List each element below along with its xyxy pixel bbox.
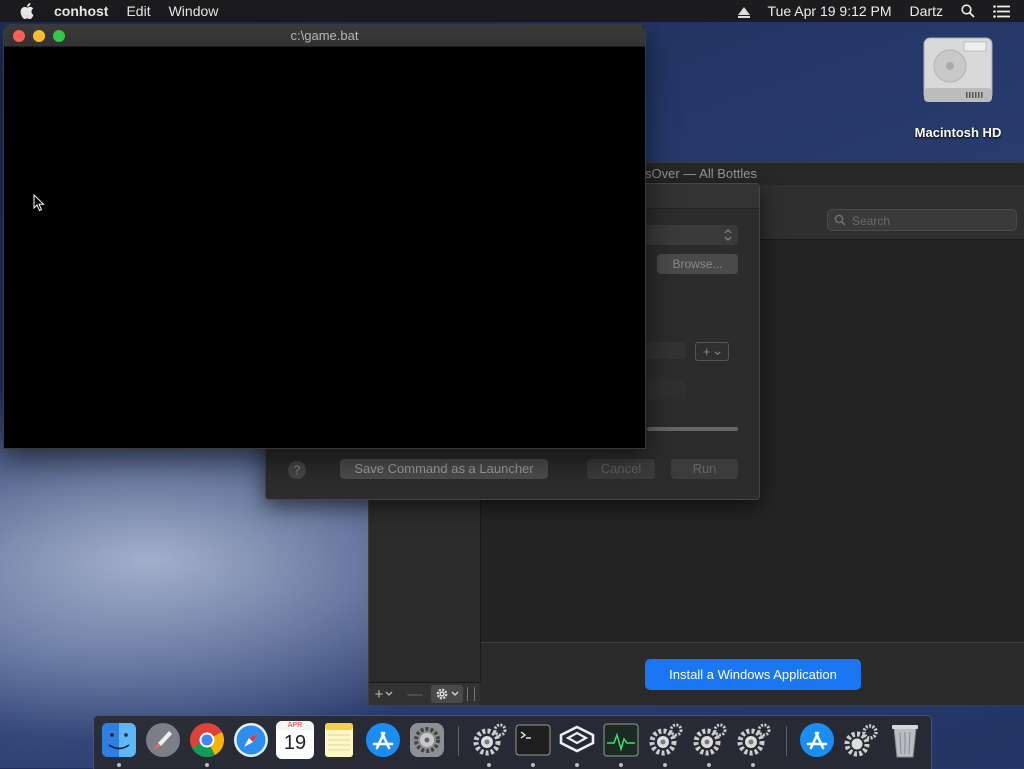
spotlight-search-icon[interactable] bbox=[961, 4, 975, 18]
install-windows-app-button[interactable]: Install a Windows Application bbox=[645, 659, 861, 690]
add-variable-label: + bbox=[702, 344, 711, 359]
chevron-down-icon bbox=[451, 691, 459, 696]
menu-clock[interactable]: Tue Apr 19 9:12 PM bbox=[768, 3, 892, 19]
crossover-search-field[interactable] bbox=[827, 209, 1017, 232]
crossover-app-icon-3[interactable] bbox=[690, 721, 728, 759]
save-command-as-launcher-button[interactable]: Save Command as a Launcher bbox=[340, 459, 548, 479]
running-indicator bbox=[205, 763, 209, 767]
running-indicator bbox=[117, 763, 121, 767]
help-button[interactable]: ? bbox=[288, 461, 306, 479]
app-store-downloads-icon[interactable] bbox=[798, 721, 836, 759]
system-preferences-icon[interactable] bbox=[408, 721, 446, 759]
chrome-icon[interactable] bbox=[188, 721, 226, 759]
mouse-pointer-icon bbox=[33, 194, 45, 212]
calendar-day: 19 bbox=[283, 732, 307, 754]
remove-bottle-button[interactable]: — bbox=[399, 685, 431, 703]
activity-monitor-icon[interactable] bbox=[602, 721, 640, 759]
bottle-actions-button[interactable] bbox=[431, 685, 463, 703]
cancel-button[interactable]: Cancel bbox=[587, 459, 655, 479]
search-icon bbox=[834, 214, 846, 226]
finder-icon[interactable] bbox=[100, 721, 138, 759]
notification-center-icon[interactable] bbox=[993, 4, 1010, 18]
app-store-icon[interactable] bbox=[364, 721, 402, 759]
hard-drive-icon[interactable] bbox=[918, 32, 998, 112]
running-indicator bbox=[751, 763, 755, 767]
running-indicator bbox=[531, 763, 535, 767]
run-button[interactable]: Run bbox=[671, 459, 738, 479]
crossover-bottle-icon[interactable] bbox=[558, 721, 596, 759]
add-bottle-button[interactable]: + bbox=[369, 685, 399, 703]
environment-field[interactable] bbox=[641, 342, 685, 359]
debug-level-slider[interactable] bbox=[647, 427, 738, 431]
running-indicator bbox=[575, 763, 579, 767]
bottle-popup-menu[interactable] bbox=[641, 225, 738, 245]
crossover-app-icon-2[interactable] bbox=[646, 721, 684, 759]
launchpad-icon[interactable] bbox=[144, 721, 182, 759]
conhost-titlebar[interactable]: c:\game.bat bbox=[4, 25, 645, 47]
running-indicator bbox=[487, 763, 491, 767]
safari-icon[interactable] bbox=[232, 721, 270, 759]
chevron-down-icon bbox=[385, 691, 393, 696]
dock: APR 19 bbox=[93, 715, 932, 769]
menu-app-name[interactable]: conhost bbox=[54, 3, 108, 19]
sidebar-controls: + — bbox=[369, 682, 480, 705]
chevron-down-icon bbox=[714, 351, 721, 356]
crossover-files-icon[interactable] bbox=[842, 721, 880, 759]
hard-drive-label[interactable]: Macintosh HD bbox=[900, 125, 1016, 140]
menu-bar: conhost Edit Window Tue Apr 19 9:12 PM D… bbox=[0, 0, 1024, 22]
console-output-area[interactable] bbox=[4, 47, 645, 448]
menu-edit[interactable]: Edit bbox=[126, 3, 150, 19]
menu-window[interactable]: Window bbox=[169, 3, 219, 19]
trash-icon[interactable] bbox=[886, 721, 924, 759]
remove-bottle-label: — bbox=[407, 685, 423, 703]
crossover-app-icon[interactable] bbox=[470, 721, 508, 759]
options-field[interactable] bbox=[641, 379, 685, 399]
search-input[interactable] bbox=[850, 210, 1014, 232]
browse-button[interactable]: Browse... bbox=[657, 254, 738, 274]
gear-icon bbox=[436, 688, 448, 700]
running-indicator bbox=[663, 763, 667, 767]
menu-user[interactable]: Dartz bbox=[910, 3, 943, 19]
notes-icon[interactable] bbox=[320, 721, 358, 759]
calendar-icon[interactable]: APR 19 bbox=[276, 721, 314, 759]
running-indicator bbox=[707, 763, 711, 767]
running-indicator bbox=[619, 763, 623, 767]
add-bottle-label: + bbox=[374, 685, 384, 703]
up-down-chevron-icon bbox=[724, 229, 732, 241]
add-variable-button[interactable]: + bbox=[695, 342, 729, 361]
apple-menu-icon[interactable] bbox=[20, 3, 34, 19]
dock-separator bbox=[458, 726, 459, 756]
terminal-icon[interactable] bbox=[514, 721, 552, 759]
crossover-app-icon-4[interactable] bbox=[734, 721, 772, 759]
eject-icon[interactable] bbox=[737, 7, 750, 18]
sidebar-resize-handle[interactable] bbox=[467, 687, 475, 701]
dock-separator bbox=[786, 726, 787, 756]
conhost-title: c:\game.bat bbox=[290, 28, 359, 43]
calendar-month: APR bbox=[276, 721, 314, 730]
conhost-window: c:\game.bat bbox=[3, 24, 646, 449]
crossover-title-text: sOver — All Bottles bbox=[645, 166, 757, 181]
